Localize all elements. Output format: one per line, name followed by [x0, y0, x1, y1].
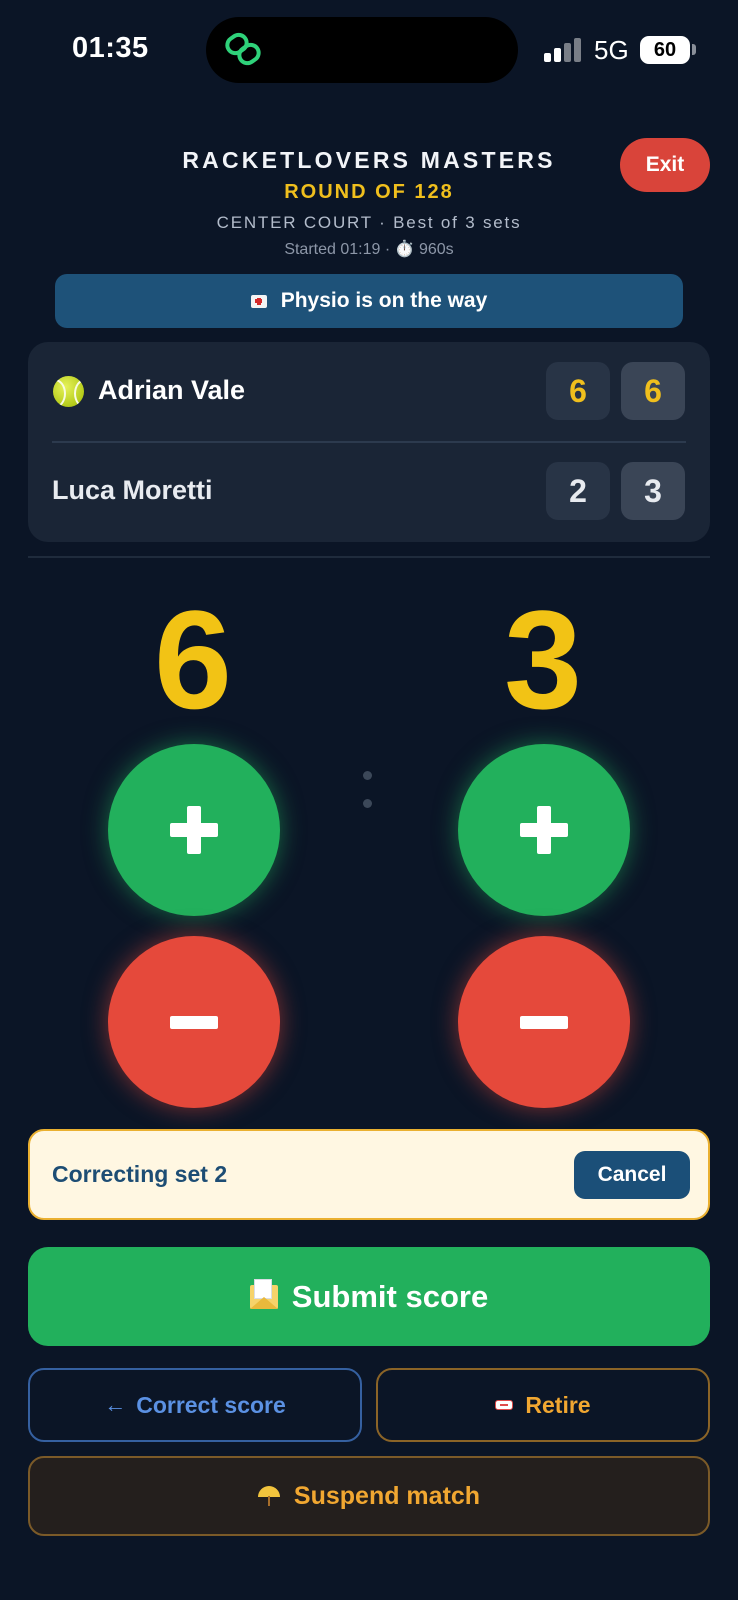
battery-icon: 60 [640, 36, 690, 64]
umbrella-icon [257, 1486, 280, 1506]
court-info: CENTER COURT · Best of 3 sets [216, 213, 522, 232]
correction-banner: Correcting set 2 Cancel [28, 1129, 710, 1220]
correct-score-button[interactable]: ← Correct score [28, 1368, 362, 1442]
divider [28, 556, 710, 558]
separator-dot [363, 771, 372, 780]
player-name: Adrian Vale [98, 375, 246, 405]
suspend-match-label: Suspend match [293, 1481, 481, 1510]
status-time: 01:35 [72, 32, 149, 64]
retire-button[interactable]: Retire [376, 1368, 710, 1442]
retire-label: Retire [525, 1391, 591, 1418]
submit-score-label: Submit score [291, 1278, 489, 1314]
left-decrement-button[interactable] [108, 936, 280, 1108]
player-name: Luca Moretti [52, 475, 213, 505]
suspend-match-button[interactable]: Suspend match [28, 1456, 710, 1536]
physio-notice-text: Physio is on the way [280, 289, 488, 312]
bandage-icon [495, 1400, 514, 1410]
player-row: Adrian Vale 6 6 [28, 342, 710, 442]
correct-score-label: Correct score [136, 1391, 286, 1418]
tennis-ball-icon [53, 376, 84, 407]
battery-tip [692, 44, 696, 55]
minus-icon [170, 1015, 218, 1029]
link-icon [225, 32, 261, 66]
right-increment-button[interactable] [458, 744, 630, 916]
set-score: 6 [621, 362, 685, 420]
right-game-score: 3 [504, 581, 582, 738]
plus-icon [520, 806, 568, 854]
minus-icon [520, 1015, 568, 1029]
player-row: Luca Moretti 2 3 [28, 442, 710, 542]
set-score: 6 [546, 362, 610, 420]
set-score: 3 [621, 462, 685, 520]
separator-dot [363, 799, 372, 808]
plus-icon [170, 806, 218, 854]
exit-button[interactable]: Exit [620, 138, 710, 192]
arrow-left-icon: ← [104, 1392, 127, 1417]
left-increment-button[interactable] [108, 744, 280, 916]
dynamic-island [206, 17, 518, 83]
envelope-icon [249, 1278, 278, 1309]
left-game-score: 6 [154, 581, 232, 738]
cancel-correction-button[interactable]: Cancel [574, 1151, 690, 1199]
physio-notice: Physio is on the way [55, 274, 683, 328]
started-info: Started 01:19 · ⏱️ 960s [284, 241, 454, 258]
score-entry-screen: 01:35 5G 60 RACKETLOVERS MASTERS ROUND O… [0, 0, 738, 1600]
network-label: 5G [594, 35, 629, 65]
right-decrement-button[interactable] [458, 936, 630, 1108]
signal-icon [544, 38, 584, 62]
first-aid-icon [250, 294, 267, 308]
correction-text: Correcting set 2 [52, 1161, 228, 1187]
set-score: 2 [546, 462, 610, 520]
submit-score-button[interactable]: Submit score [28, 1247, 710, 1346]
scoreboard: Adrian Vale 6 6 Luca Moretti 2 3 [28, 342, 710, 542]
